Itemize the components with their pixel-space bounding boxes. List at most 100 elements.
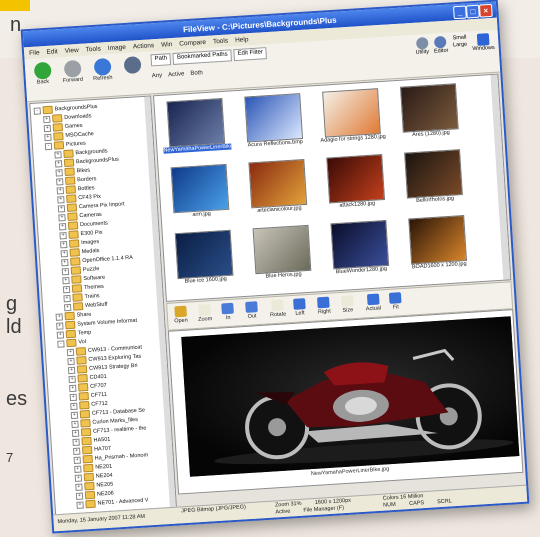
tab-edit-filter[interactable]: Edit Filter xyxy=(233,47,268,62)
expand-toggle-icon[interactable]: + xyxy=(54,159,63,168)
expand-toggle-icon[interactable]: + xyxy=(67,366,76,374)
viewer-tool-button[interactable]: Rotate xyxy=(269,299,286,318)
filter-active[interactable]: Active xyxy=(168,71,185,78)
expand-toggle-icon[interactable]: + xyxy=(75,492,84,500)
expand-toggle-icon[interactable]: + xyxy=(62,285,71,293)
thumbnail[interactable]: arteclanicolour.jpg xyxy=(242,158,313,217)
expand-toggle-icon[interactable]: + xyxy=(57,195,65,204)
expand-toggle-icon[interactable]: + xyxy=(76,500,84,509)
viewer-tool-button[interactable]: Zoom xyxy=(197,304,212,323)
folder-tree[interactable]: - BackgroundsPlus + Downloads + Games + MSOCach… xyxy=(29,95,177,516)
menu-item[interactable]: Win xyxy=(161,41,173,49)
viewer-tool-button[interactable]: Open xyxy=(173,305,188,324)
image-viewer[interactable]: NewYamahaPowerLinerBike.jpg xyxy=(167,309,524,495)
expand-toggle-icon[interactable]: - xyxy=(44,142,53,150)
expand-toggle-icon[interactable]: + xyxy=(67,357,75,365)
expand-toggle-icon[interactable]: + xyxy=(56,321,64,330)
expand-toggle-icon[interactable]: + xyxy=(69,384,77,392)
thumbnail-pane[interactable]: NewYamahaPowerLinerBike.jpg Acura Reflect… xyxy=(153,73,512,302)
toolbar-button[interactable]: Back xyxy=(29,61,56,86)
expand-toggle-icon[interactable]: + xyxy=(75,483,83,491)
expand-toggle-icon[interactable]: + xyxy=(58,213,66,221)
expand-toggle-icon[interactable]: + xyxy=(70,411,79,419)
thumbnail[interactable]: Blue ice 1600.jpg xyxy=(169,229,240,287)
minimize-icon[interactable]: _ xyxy=(453,5,467,20)
tree-item[interactable]: + Downloads xyxy=(43,112,92,123)
menu-item[interactable]: Edit xyxy=(46,48,58,56)
toolbar-button[interactable]: Refresh xyxy=(89,57,116,83)
windows-button[interactable]: Windows xyxy=(471,33,495,52)
expand-toggle-icon[interactable]: + xyxy=(61,267,70,275)
size-small-radio[interactable]: Small xyxy=(452,35,466,42)
toolbar-button[interactable]: Forward xyxy=(59,59,86,85)
expand-toggle-icon[interactable]: + xyxy=(55,312,63,321)
expand-toggle-icon[interactable]: + xyxy=(70,402,78,410)
expand-toggle-icon[interactable]: + xyxy=(55,168,63,177)
menu-item[interactable]: View xyxy=(65,46,79,54)
expand-toggle-icon[interactable]: + xyxy=(63,303,72,311)
expand-toggle-icon[interactable]: - xyxy=(33,106,41,115)
expand-toggle-icon[interactable]: + xyxy=(58,222,67,230)
expand-toggle-icon[interactable]: + xyxy=(61,258,69,266)
thumbnail[interactable]: BlueWonder1280.jpg xyxy=(324,219,395,278)
expand-toggle-icon[interactable]: + xyxy=(56,177,64,186)
viewer-tool-button[interactable]: Left xyxy=(293,298,306,317)
menu-item[interactable]: Tools xyxy=(213,37,229,45)
tree-item[interactable]: + Temp xyxy=(56,329,92,339)
tree-item[interactable]: + MSOCache xyxy=(44,130,94,141)
tab-path[interactable]: Path xyxy=(150,53,172,67)
viewer-tool-button[interactable]: Actual xyxy=(365,293,381,312)
editor-button[interactable]: Editor xyxy=(433,35,449,55)
filter-any[interactable]: Any xyxy=(152,73,163,80)
expand-toggle-icon[interactable]: + xyxy=(56,186,65,195)
expand-toggle-icon[interactable]: + xyxy=(66,348,75,356)
expand-toggle-icon[interactable]: + xyxy=(71,429,80,437)
expand-toggle-icon[interactable]: + xyxy=(74,474,83,482)
menu-item[interactable]: Image xyxy=(108,43,126,51)
thumbnail[interactable]: Adagio for strings 1280.jpg xyxy=(316,88,387,146)
expand-toggle-icon[interactable]: + xyxy=(74,465,82,473)
menu-item[interactable]: Tools xyxy=(85,45,101,53)
expand-toggle-icon[interactable]: + xyxy=(60,249,68,257)
expand-toggle-icon[interactable]: + xyxy=(69,393,78,401)
expand-toggle-icon[interactable]: + xyxy=(71,420,79,428)
thumbnail[interactable]: Bellorfhotos.jpg xyxy=(398,149,469,207)
toolbar-button[interactable] xyxy=(119,56,146,75)
viewer-tool-button[interactable]: Right xyxy=(317,296,331,315)
maximize-icon[interactable]: □ xyxy=(465,4,480,19)
expand-toggle-icon[interactable]: + xyxy=(43,124,52,132)
viewer-tool-button[interactable]: Size xyxy=(340,295,354,314)
viewer-tool-button[interactable]: Fit xyxy=(388,292,402,311)
expand-toggle-icon[interactable]: + xyxy=(43,115,51,123)
expand-toggle-icon[interactable]: + xyxy=(72,438,80,446)
filter-both[interactable]: Both xyxy=(190,70,203,77)
tree-item[interactable]: + WebStuff xyxy=(63,301,108,312)
thumbnail[interactable]: Blue Heros.jpg xyxy=(247,224,318,282)
thumbnail[interactable]: NewYamahaPowerLinerBike.jpg xyxy=(160,97,232,156)
expand-toggle-icon[interactable]: + xyxy=(44,133,52,141)
viewer-tool-button[interactable]: In xyxy=(221,302,234,322)
expand-toggle-icon[interactable]: + xyxy=(59,231,67,239)
expand-toggle-icon[interactable]: + xyxy=(57,204,66,213)
expand-toggle-icon[interactable]: - xyxy=(57,339,65,348)
expand-toggle-icon[interactable]: + xyxy=(54,150,62,159)
tab-bookmarked-paths[interactable]: Bookmarked Paths xyxy=(172,49,233,65)
expand-toggle-icon[interactable]: + xyxy=(72,447,81,455)
menu-item[interactable]: Actions xyxy=(133,42,155,50)
expand-toggle-icon[interactable]: + xyxy=(68,375,76,383)
utility-button[interactable]: Utility xyxy=(415,36,429,56)
menu-item[interactable]: Compare xyxy=(179,38,206,47)
expand-toggle-icon[interactable]: + xyxy=(73,456,81,464)
expand-toggle-icon[interactable]: + xyxy=(59,240,68,248)
menu-item[interactable]: File xyxy=(29,49,40,57)
menu-item[interactable]: Help xyxy=(235,36,249,44)
thumbnail[interactable]: Acura Reflections.bmp xyxy=(238,93,309,151)
size-large-radio[interactable]: Large xyxy=(453,42,467,49)
expand-toggle-icon[interactable]: + xyxy=(63,294,71,302)
expand-toggle-icon[interactable]: + xyxy=(56,330,65,339)
thumbnail[interactable]: BOAD1600 x 1200.jpg xyxy=(402,215,473,273)
expand-toggle-icon[interactable]: + xyxy=(62,276,70,284)
viewer-tool-button[interactable]: Out xyxy=(245,301,258,320)
close-icon[interactable]: × xyxy=(478,3,493,18)
thumbnail[interactable]: arm.jpg xyxy=(165,163,236,221)
